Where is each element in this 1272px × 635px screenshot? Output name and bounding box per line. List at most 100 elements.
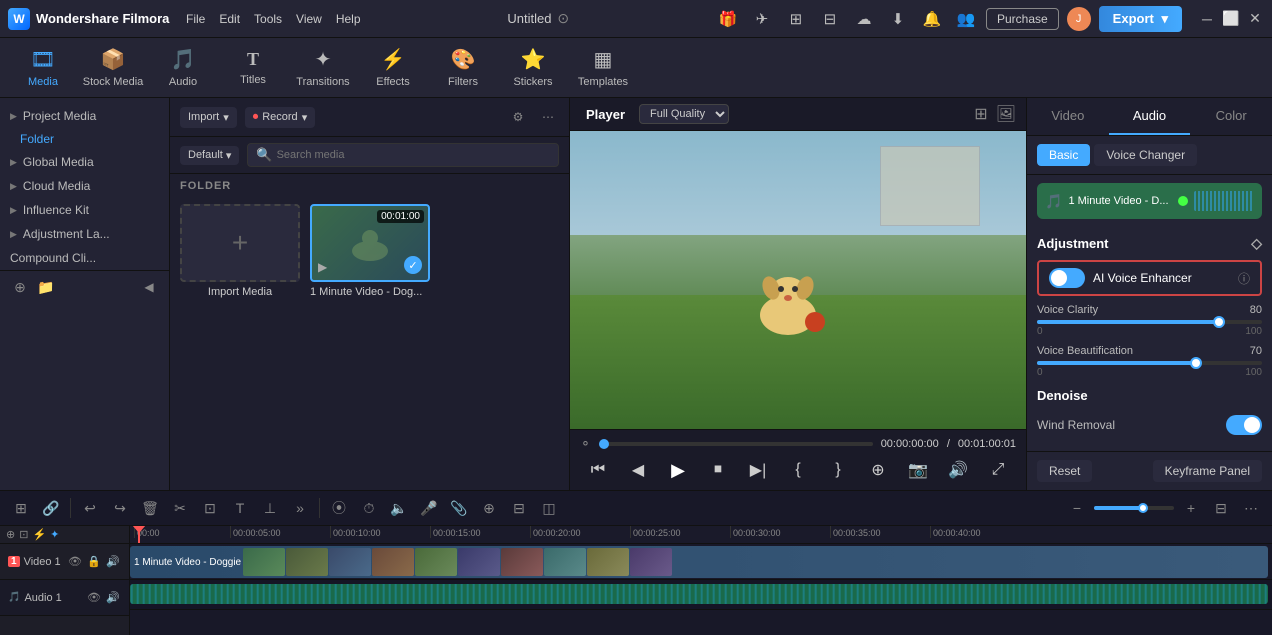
sidebar-item-folder[interactable]: Folder <box>0 128 169 150</box>
import-folder-icon[interactable]: 📁 <box>36 277 56 297</box>
import-media-thumb[interactable]: + Import Media <box>180 204 300 298</box>
link-icon[interactable]: 🔗 <box>38 495 64 521</box>
speed-track-icon[interactable]: ⚡ <box>32 528 46 541</box>
menu-file[interactable]: File <box>186 12 205 26</box>
tab-player[interactable]: Player <box>580 105 631 124</box>
record-button[interactable]: ⏺ Record ▾ <box>245 107 316 128</box>
tab-effects[interactable]: ⚡ Effects <box>360 40 426 96</box>
grid-view-icon[interactable]: ⊞ <box>974 104 987 124</box>
quality-select[interactable]: Full Quality 1/2 Quality 1/4 Quality <box>639 104 729 124</box>
tab-video[interactable]: Video <box>1027 98 1109 135</box>
import-button[interactable]: Import ▾ <box>180 107 237 128</box>
atab-basic[interactable]: Basic <box>1037 144 1090 166</box>
zoom-out-button[interactable]: − <box>1064 495 1090 521</box>
image-view-icon[interactable]: 🖼 <box>996 104 1016 124</box>
fullscreen-button[interactable]: ⤢ <box>984 456 1012 484</box>
sidebar-item-influence-kit[interactable]: ▶ Influence Kit <box>0 198 169 222</box>
settings-icon[interactable]: ⋯ <box>1238 495 1264 521</box>
track-eye-icon[interactable]: 👁 <box>67 554 83 570</box>
menu-help[interactable]: Help <box>336 12 361 26</box>
mic-icon[interactable]: 🎤 <box>416 495 442 521</box>
export-button[interactable]: Export ▾ <box>1099 6 1182 32</box>
split-button[interactable]: ⊥ <box>257 495 283 521</box>
track-lock-icon[interactable]: 🔒 <box>86 554 102 570</box>
audio-clip[interactable] <box>130 584 1268 604</box>
ai-voice-enhancer-toggle[interactable] <box>1049 268 1085 288</box>
filter-icon[interactable]: ⚙ <box>507 106 529 128</box>
tab-color[interactable]: Color <box>1190 98 1272 135</box>
redo-button[interactable]: ↪ <box>107 495 133 521</box>
video-thumb[interactable]: 00:01:00 ▶ ✓ 1 Minute Video - Dog... <box>310 204 430 298</box>
zoom-slider[interactable] <box>1094 506 1174 510</box>
track-speaker-icon[interactable]: 🔊 <box>105 554 121 570</box>
more-options-icon[interactable]: ⋯ <box>537 106 559 128</box>
snapshot-button[interactable]: 📷 <box>904 456 932 484</box>
close-button[interactable]: ✕ <box>1246 10 1264 28</box>
tab-audio[interactable]: 🎵 Audio <box>150 40 216 96</box>
sidebar-item-compound-clip[interactable]: Compound Cli... <box>0 246 169 270</box>
layout-options-icon[interactable]: ⊟ <box>1208 495 1234 521</box>
minimize-button[interactable]: ─ <box>1198 10 1216 28</box>
devices-icon[interactable]: ⊟ <box>818 7 842 31</box>
groupclip-icon[interactable]: ⊕ <box>476 495 502 521</box>
collapse-panel-button[interactable]: ◀ <box>139 277 159 297</box>
zoom-in-button[interactable]: + <box>1178 495 1204 521</box>
clip-icon[interactable]: 📎 <box>446 495 472 521</box>
add-folder-icon[interactable]: ⊕ <box>10 277 30 297</box>
info-icon[interactable]: ⓘ <box>1238 270 1250 287</box>
tab-titles[interactable]: T Titles <box>220 40 286 96</box>
track-options-icon[interactable]: ⊡ <box>19 528 28 541</box>
tab-transitions[interactable]: ✦ Transitions <box>290 40 356 96</box>
sidebar-item-adjustment-layer[interactable]: ▶ Adjustment La... <box>0 222 169 246</box>
video-clip[interactable]: 1 Minute Video - Doggie <box>130 546 1268 578</box>
audio-speaker-icon[interactable]: 🔊 <box>105 590 121 606</box>
default-sort-button[interactable]: Default ▾ <box>180 146 239 165</box>
sidebar-item-global-media[interactable]: ▶ Global Media <box>0 150 169 174</box>
volume-button[interactable]: 🔊 <box>944 456 972 484</box>
add-media-button[interactable]: + <box>180 204 300 282</box>
mark-in-button[interactable]: { <box>784 456 812 484</box>
purchase-button[interactable]: Purchase <box>986 8 1059 30</box>
speed-icon[interactable]: ⏱ <box>356 495 382 521</box>
skip-back-button[interactable]: ⏮ <box>584 456 612 484</box>
users-icon[interactable]: 👥 <box>954 7 978 31</box>
snap-icon[interactable]: ⊞ <box>8 495 34 521</box>
play-button[interactable]: ▶ <box>664 456 692 484</box>
atab-voice-changer[interactable]: Voice Changer <box>1094 144 1197 166</box>
user-avatar[interactable]: J <box>1067 7 1091 31</box>
sidebar-item-project-media[interactable]: ▶ Project Media <box>0 104 169 128</box>
frame-forward-button[interactable]: ▶| <box>744 456 772 484</box>
share-icon[interactable]: ✈ <box>750 7 774 31</box>
text-button[interactable]: T <box>227 495 253 521</box>
ai-track-icon[interactable]: ✦ <box>50 528 59 541</box>
more-button[interactable]: » <box>287 495 313 521</box>
tab-stickers[interactable]: ⭐ Stickers <box>500 40 566 96</box>
delete-button[interactable]: 🗑 <box>137 495 163 521</box>
gift-icon[interactable]: 🎁 <box>716 7 740 31</box>
frame-back-button[interactable]: ◀ <box>624 456 652 484</box>
stop-button[interactable]: ⏹ <box>704 456 732 484</box>
detach-icon[interactable]: ⊟ <box>506 495 532 521</box>
menu-tools[interactable]: Tools <box>254 12 282 26</box>
audio-eye-icon[interactable]: 👁 <box>86 590 102 606</box>
crop-button[interactable]: ⊡ <box>197 495 223 521</box>
mark-out-button[interactable]: } <box>824 456 852 484</box>
tab-templates[interactable]: ▦ Templates <box>570 40 636 96</box>
tab-audio[interactable]: Audio <box>1109 98 1191 135</box>
add-to-timeline-button[interactable]: ⊕ <box>864 456 892 484</box>
tab-media[interactable]: 🎞 Media <box>10 40 76 96</box>
tab-stockmedia[interactable]: 📦 Stock Media <box>80 40 146 96</box>
compound-icon[interactable]: ◫ <box>536 495 562 521</box>
wind-removal-toggle[interactable] <box>1226 415 1262 435</box>
tab-filters[interactable]: 🎨 Filters <box>430 40 496 96</box>
cut-button[interactable]: ✂ <box>167 495 193 521</box>
reset-button[interactable]: Reset <box>1037 460 1092 482</box>
add-track-icon[interactable]: ⊕ <box>6 528 15 541</box>
undo-button[interactable]: ↩ <box>77 495 103 521</box>
sidebar-item-cloud-media[interactable]: ▶ Cloud Media <box>0 174 169 198</box>
menu-edit[interactable]: Edit <box>219 12 240 26</box>
keyframe-diamond-icon[interactable]: ◇ <box>1251 235 1262 252</box>
download-icon[interactable]: ⬇ <box>886 7 910 31</box>
projects-icon[interactable]: ⊞ <box>784 7 808 31</box>
progress-bar[interactable] <box>599 442 873 446</box>
